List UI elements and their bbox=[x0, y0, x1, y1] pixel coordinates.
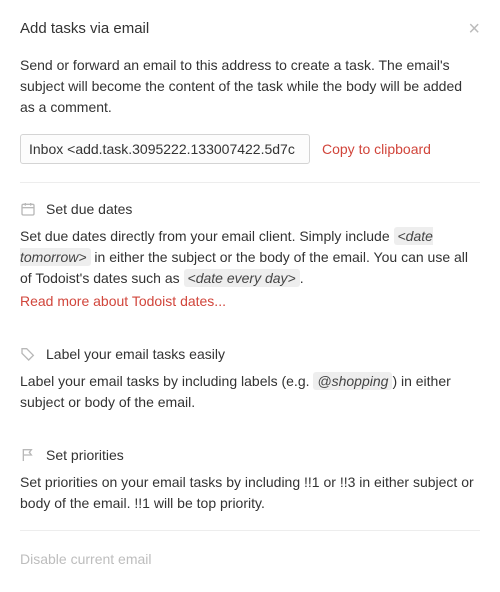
footer: Disable current email bbox=[20, 531, 480, 580]
body-text: . bbox=[300, 270, 304, 286]
disable-current-email-button[interactable]: Disable current email bbox=[20, 551, 152, 567]
section-header: Label your email tasks easily bbox=[20, 344, 480, 365]
email-row: Copy to clipboard bbox=[20, 134, 480, 164]
email-address-field[interactable] bbox=[20, 134, 310, 164]
body-text: Set due dates directly from your email c… bbox=[20, 228, 394, 244]
tag-icon bbox=[20, 346, 36, 362]
section-due-dates: Set due dates Set due dates directly fro… bbox=[20, 183, 480, 328]
inline-tag-date-every-day: <date every day> bbox=[184, 269, 300, 287]
section-labels: Label your email tasks easily Label your… bbox=[20, 328, 480, 429]
read-more-dates-link[interactable]: Read more about Todoist dates... bbox=[20, 293, 226, 309]
section-body: Set priorities on your email tasks by in… bbox=[20, 472, 480, 514]
calendar-icon bbox=[20, 201, 36, 217]
section-priorities: Set priorities Set priorities on your em… bbox=[20, 429, 480, 530]
section-title: Set due dates bbox=[46, 199, 132, 220]
section-body: Set due dates directly from your email c… bbox=[20, 226, 480, 289]
modal-title: Add tasks via email bbox=[20, 18, 149, 41]
close-button[interactable]: × bbox=[468, 19, 480, 39]
modal-header: Add tasks via email × bbox=[20, 18, 480, 41]
copy-to-clipboard-button[interactable]: Copy to clipboard bbox=[322, 141, 431, 157]
section-title: Label your email tasks easily bbox=[46, 344, 225, 365]
section-body: Label your email tasks by including labe… bbox=[20, 371, 480, 413]
flag-icon bbox=[20, 447, 36, 463]
add-tasks-email-modal: Add tasks via email × Send or forward an… bbox=[0, 0, 500, 592]
section-header: Set priorities bbox=[20, 445, 480, 466]
inline-tag-shopping: @shopping bbox=[313, 372, 392, 390]
section-header: Set due dates bbox=[20, 199, 480, 220]
body-text: Label your email tasks by including labe… bbox=[20, 373, 313, 389]
intro-text: Send or forward an email to this address… bbox=[20, 55, 480, 118]
section-title: Set priorities bbox=[46, 445, 124, 466]
close-icon: × bbox=[468, 18, 480, 40]
